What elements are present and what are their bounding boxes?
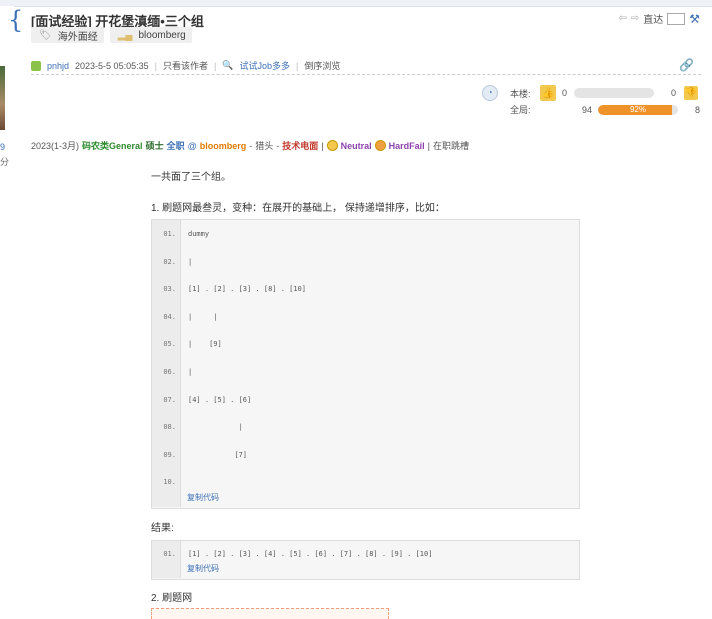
next-arrow-icon[interactable]: ⇨	[631, 13, 639, 24]
brace-icon: {	[8, 6, 24, 34]
post-datetime: 2023-5-5 05:05:35	[75, 60, 149, 71]
code-line: [7]	[188, 450, 248, 459]
divider: |	[213, 60, 217, 71]
paperclip-icon[interactable]: 🔗	[679, 58, 694, 72]
line-number: 05.	[163, 340, 176, 349]
copy-code-button[interactable]: 复制代码	[187, 492, 219, 503]
info-company[interactable]: bloomberg	[200, 141, 247, 151]
post-paragraph: 2. 刷题网	[151, 593, 193, 604]
thumbs-up-icon[interactable]: 👍	[540, 85, 556, 101]
code-line: |	[188, 257, 193, 266]
line-number: 04.	[163, 312, 176, 321]
divider: |	[296, 60, 299, 71]
info-result-hardfail: HardFail	[388, 140, 425, 151]
vote-row-global: 全局: 94 92% 8	[510, 103, 708, 116]
tag-list: 🏷 海外面经 ▂▄ bloomberg	[31, 27, 192, 43]
tag-label: 海外面经	[57, 31, 98, 43]
goto-input[interactable]	[667, 12, 686, 25]
line-number: 01.	[163, 550, 176, 558]
info-format: 技术电面	[282, 141, 319, 151]
code-line: [4] . [5] . [6]	[188, 395, 252, 404]
avatar[interactable]	[0, 66, 5, 130]
code-line: | [9]	[188, 340, 222, 349]
code-line: [1] . [2] . [3] . [8] . [10]	[188, 285, 307, 294]
only-author-link[interactable]: 只看该作者	[163, 59, 208, 72]
divider-line	[31, 74, 701, 75]
code-block: 01. [1] . [2] . [3] . [4] . [5] . [6] . […	[151, 540, 580, 580]
post-paragraph: 1. 刷题网最叁灵，变种：在展开的基础上， 保持递增排序，比如：	[151, 203, 445, 214]
goto-label: 直达	[643, 15, 664, 26]
line-number: 09.	[163, 450, 176, 459]
info-sep: -	[249, 140, 253, 151]
divider: |	[154, 60, 157, 71]
info-status: 在职跳槽	[432, 141, 469, 151]
info-sep: |	[321, 140, 324, 151]
up-count: 0	[562, 88, 568, 98]
thread-tools: ⇦ ⇨ 直达 ⚒	[618, 11, 700, 27]
post-paragraph: 一共面了三个组。	[151, 172, 231, 183]
reverse-order-link[interactable]: 倒序浏览	[304, 59, 340, 72]
post-paragraph: 结果:	[151, 523, 174, 534]
tag-icon: 🏷	[39, 29, 52, 41]
line-number: 07.	[163, 395, 176, 404]
vote-settings-icon[interactable]: ◔	[482, 85, 498, 101]
code-line: |	[188, 423, 243, 432]
info-stage: 猎头	[255, 141, 274, 151]
interview-info: 2023(1-3月) 码农类General 硕士 全职 @ bloomberg - …	[31, 139, 469, 152]
line-number: 01.	[163, 230, 176, 238]
prev-arrow-icon[interactable]: ⇦	[618, 13, 626, 24]
vote-row-floor: 本楼: 👍 0 0 👎	[510, 85, 698, 101]
left-count: 9	[0, 142, 6, 152]
copy-code-button[interactable]: 复制代码	[187, 563, 219, 574]
tag-overseas[interactable]: 🏷 海外面经	[31, 27, 104, 43]
down-count: 8	[694, 104, 700, 115]
user-icon	[31, 60, 41, 71]
info-type[interactable]: 全职	[167, 139, 185, 152]
line-number: 06.	[163, 368, 176, 376]
info-result-neutral: Neutral	[340, 140, 372, 151]
author-link[interactable]: pnhjd	[47, 61, 69, 71]
line-number: 03.	[163, 285, 176, 294]
line-number: 08.	[163, 423, 176, 432]
up-count: 94	[581, 104, 592, 115]
signal-icon: ▂▄	[117, 29, 133, 41]
info-sep: |	[427, 140, 430, 151]
info-sep: -	[276, 140, 280, 151]
search-icon: 🔍	[222, 60, 234, 70]
left-unit: 分	[0, 157, 10, 167]
line-number: 10.	[163, 478, 176, 487]
info-level[interactable]: 码农类General	[82, 139, 143, 152]
info-degree: 硕士	[145, 141, 164, 151]
code-line: |	[188, 368, 193, 376]
vote-bar	[574, 88, 654, 98]
vote-label: 全局:	[510, 105, 531, 115]
code-line: dummy	[188, 230, 210, 238]
tag-bloomberg[interactable]: ▂▄ bloomberg	[109, 27, 192, 43]
sad-face-icon	[374, 140, 386, 151]
tag-label: bloomberg	[138, 29, 186, 41]
vote-bar: 92%	[598, 104, 678, 115]
search-link[interactable]: 试试Job多多	[240, 59, 291, 72]
line-number: 02.	[163, 257, 176, 266]
vote-percent: 92%	[629, 104, 646, 114]
down-count: 0	[670, 88, 676, 98]
info-at: @	[187, 140, 197, 151]
code-line: [1] . [2] . [3] . [4] . [5] . [6] . [7] …	[188, 550, 433, 558]
code-line: | |	[188, 312, 218, 321]
top-bar	[0, 0, 712, 7]
post-meta: pnhjd 2023-5-5 05:05:35 | 只看该作者 | 🔍 试试Jo…	[31, 59, 340, 72]
info-date: 2023(1-3月)	[31, 141, 80, 151]
wrench-icon[interactable]: ⚒	[689, 12, 700, 26]
code-block: 01. dummy 02. | 03. [1] . [2] . [3] . [8] . […	[151, 219, 580, 509]
vote-label: 本楼:	[510, 88, 531, 99]
neutral-face-icon	[326, 140, 338, 151]
line-gutter	[152, 541, 181, 578]
thumbs-down-icon[interactable]: 👎	[684, 86, 698, 100]
